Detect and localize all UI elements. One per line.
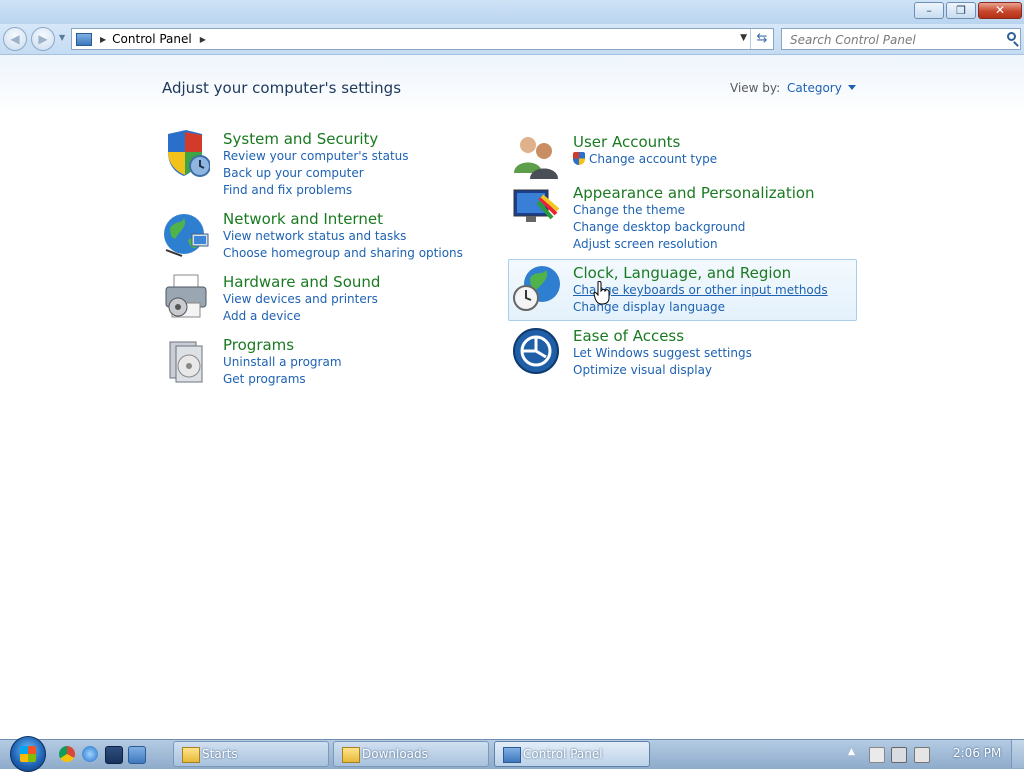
category-title[interactable]: Network and Internet — [223, 210, 463, 228]
category-title[interactable]: Clock, Language, and Region — [573, 264, 828, 282]
action-center-flag-icon[interactable] — [869, 747, 885, 763]
category-title[interactable]: Appearance and Personalization — [573, 184, 815, 202]
window-controls: – ❐ ✕ — [914, 2, 1022, 19]
clock[interactable]: 2:06 PM — [953, 746, 1001, 760]
control-panel-content: Adjust your computer's settings View by:… — [0, 55, 1024, 739]
chevron-down-icon[interactable] — [847, 85, 856, 90]
taskbar-item-starts[interactable]: Starts — [173, 741, 329, 767]
link-fix-problems[interactable]: Find and fix problems — [223, 182, 409, 199]
folder-icon — [342, 747, 360, 763]
category-title[interactable]: Hardware and Sound — [223, 273, 380, 291]
desktop-icon[interactable] — [105, 746, 123, 764]
link-change-theme[interactable]: Change the theme — [573, 202, 815, 219]
shield-icon[interactable] — [162, 130, 210, 178]
control-panel-icon — [76, 32, 92, 46]
globe-network-icon[interactable] — [162, 210, 210, 258]
link-change-keyboards[interactable]: Change keyboards or other input methods — [573, 282, 828, 299]
back-button[interactable]: ◀ — [3, 27, 27, 51]
link-desktop-background[interactable]: Change desktop background — [573, 219, 815, 236]
task-label: Control Panel — [523, 747, 603, 761]
forward-button[interactable]: ▶ — [31, 27, 55, 51]
taskbar-item-control-panel[interactable]: Control Panel — [494, 741, 650, 767]
link-uninstall[interactable]: Uninstall a program — [223, 354, 342, 371]
ease-of-access-icon[interactable] — [512, 327, 560, 375]
link-add-device[interactable]: Add a device — [223, 308, 380, 325]
view-by-dropdown[interactable]: Category — [787, 81, 856, 95]
search-box[interactable] — [781, 28, 1021, 50]
monitor-paint-icon[interactable] — [512, 184, 560, 232]
link-suggest-settings[interactable]: Let Windows suggest settings — [573, 345, 752, 362]
task-label: Downloads — [362, 747, 428, 761]
internet-explorer-icon[interactable] — [82, 746, 98, 762]
link-backup[interactable]: Back up your computer — [223, 165, 409, 182]
page-title: Adjust your computer's settings — [162, 79, 402, 97]
search-icon[interactable] — [1007, 32, 1016, 41]
task-label: Starts — [202, 747, 238, 761]
control-panel-quicklaunch-icon[interactable] — [128, 746, 146, 764]
folder-icon — [182, 747, 200, 763]
category-title[interactable]: User Accounts — [573, 133, 717, 151]
link-review-status[interactable]: Review your computer's status — [223, 148, 409, 165]
users-icon[interactable] — [512, 133, 560, 181]
network-icon[interactable] — [891, 747, 907, 763]
link-display-language[interactable]: Change display language — [573, 299, 828, 316]
control-panel-icon — [503, 747, 521, 763]
view-by-label: View by: — [730, 81, 781, 95]
breadcrumb-control-panel[interactable]: Control Panel — [112, 32, 192, 46]
maximize-button[interactable]: ❐ — [946, 2, 976, 19]
address-bar[interactable]: ▶ Control Panel ▶ ▼ ⇆ — [71, 28, 774, 50]
category-title[interactable]: System and Security — [223, 130, 409, 148]
address-dropdown-icon[interactable]: ▼ — [740, 33, 747, 43]
breadcrumb-arrow-icon[interactable]: ▶ — [100, 35, 106, 44]
show-desktop-button[interactable] — [1011, 740, 1024, 768]
category-title[interactable]: Ease of Access — [573, 327, 752, 345]
navigation-bar: ◀ ▶ ▼ ▶ Control Panel ▶ ▼ ⇆ — [0, 24, 1024, 55]
link-change-account-type[interactable]: Change account type — [573, 151, 717, 168]
title-bar: – ❐ ✕ — [0, 0, 1024, 24]
view-by-value[interactable]: Category — [787, 81, 842, 95]
link-optimize-display[interactable]: Optimize visual display — [573, 362, 752, 379]
close-button[interactable]: ✕ — [978, 2, 1022, 19]
taskbar: Starts Downloads Control Panel ▲ 2:06 PM — [0, 736, 1024, 772]
chrome-icon[interactable] — [59, 746, 75, 762]
breadcrumb-arrow-icon[interactable]: ▶ — [200, 35, 206, 44]
show-hidden-icons-icon[interactable]: ▲ — [848, 747, 855, 757]
link-devices-printers[interactable]: View devices and printers — [223, 291, 380, 308]
uac-shield-icon — [573, 152, 585, 165]
link-screen-resolution[interactable]: Adjust screen resolution — [573, 236, 815, 253]
programs-box-icon[interactable] — [162, 336, 210, 384]
category-title[interactable]: Programs — [223, 336, 342, 354]
search-input[interactable] — [788, 30, 992, 50]
volume-muted-icon[interactable] — [914, 747, 930, 763]
start-button[interactable] — [10, 736, 46, 772]
refresh-icon[interactable]: ⇆ — [750, 29, 773, 49]
taskbar-item-downloads[interactable]: Downloads — [333, 741, 489, 767]
minimize-button[interactable]: – — [914, 2, 944, 19]
link-get-programs[interactable]: Get programs — [223, 371, 342, 388]
link-homegroup[interactable]: Choose homegroup and sharing options — [223, 245, 463, 262]
clock-globe-icon[interactable] — [512, 264, 560, 312]
link-network-status[interactable]: View network status and tasks — [223, 228, 463, 245]
recent-pages-dropdown-icon[interactable]: ▼ — [59, 33, 65, 42]
hand-cursor-icon — [593, 281, 610, 305]
printer-icon[interactable] — [162, 273, 210, 321]
